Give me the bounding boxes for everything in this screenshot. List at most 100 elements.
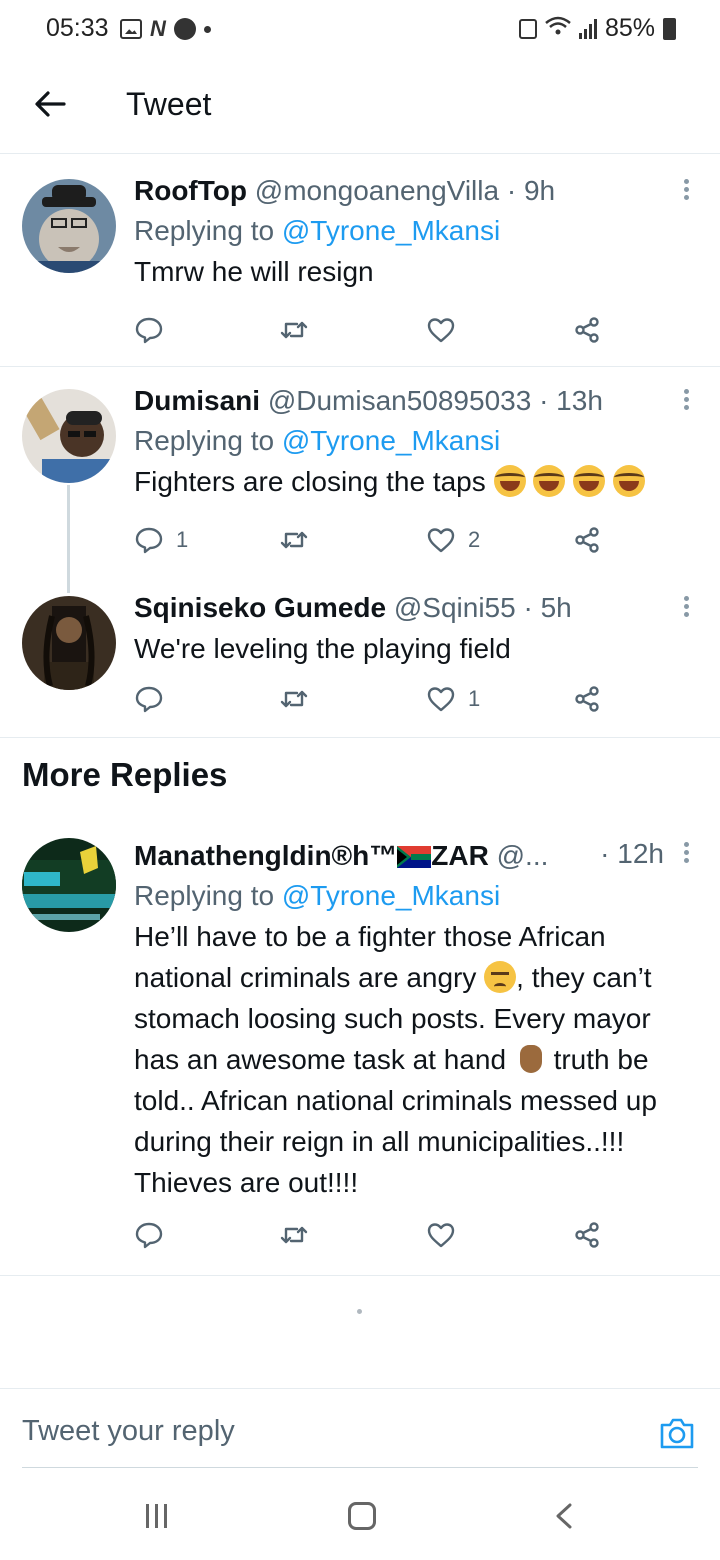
signal-icon xyxy=(578,18,597,39)
like-button[interactable] xyxy=(426,315,468,345)
status-time: 05:33 xyxy=(46,14,109,42)
tweet[interactable]: RoofTop @mongoanengVilla · 9h Replying t… xyxy=(0,157,720,367)
tweet-actions xyxy=(134,1220,634,1260)
user-handle: @Dumisan50895033 · 13h xyxy=(267,385,603,416)
system-icons: 85% xyxy=(518,14,676,43)
retweet-icon xyxy=(280,531,308,549)
back-arrow-icon[interactable] xyxy=(32,86,68,122)
laughing-emoji-icon xyxy=(533,465,566,497)
reply-button[interactable]: 1 xyxy=(134,525,188,555)
south-africa-flag-icon xyxy=(397,846,432,868)
user-handle: @mongoanengVilla · 9h xyxy=(254,175,556,206)
recent-apps-button[interactable] xyxy=(146,1504,167,1528)
battery-icon xyxy=(663,17,676,40)
like-icon xyxy=(427,1223,455,1248)
avatar[interactable] xyxy=(22,596,116,690)
more-icon[interactable] xyxy=(682,596,690,620)
reply-icon xyxy=(135,527,163,554)
retweet-button[interactable] xyxy=(279,684,309,714)
replying-to: Replying to @Tyrone_Mkansi xyxy=(134,211,680,251)
raised-hand-emoji-icon xyxy=(514,1043,546,1075)
share-icon xyxy=(575,686,599,712)
share-button[interactable] xyxy=(572,315,602,345)
retweet-icon xyxy=(280,690,308,708)
more-icon[interactable] xyxy=(682,179,690,203)
user-name[interactable]: RoofTop xyxy=(134,175,247,206)
tweet-text: We're leveling the playing field xyxy=(134,633,511,664)
mention-link[interactable]: @Tyrone_Mkansi xyxy=(282,880,500,911)
user-name[interactable]: Dumisani xyxy=(134,385,260,416)
replying-to: Replying to @Tyrone_Mkansi xyxy=(134,876,680,916)
tweet-time: · 12h xyxy=(600,838,664,869)
reply-button[interactable] xyxy=(134,315,176,345)
tweet-header: Manathengldin®h™ ZAR @... xyxy=(134,836,680,876)
tweet-actions xyxy=(134,315,634,355)
user-handle: @Sqini55 · 5h xyxy=(393,592,572,623)
avatar[interactable] xyxy=(22,389,116,483)
reply-composer xyxy=(0,1388,720,1470)
lock-icon xyxy=(518,18,537,39)
camera-icon[interactable] xyxy=(658,1415,696,1451)
home-button[interactable] xyxy=(348,1502,376,1530)
share-icon xyxy=(575,527,599,553)
retweet-button[interactable] xyxy=(279,525,309,555)
retweet-button[interactable] xyxy=(279,315,309,345)
mention-link[interactable]: @Tyrone_Mkansi xyxy=(282,215,500,246)
reply-button[interactable] xyxy=(134,684,176,714)
status-bar: 05:33 N 85% xyxy=(0,0,720,56)
mention-link[interactable]: @Tyrone_Mkansi xyxy=(282,425,500,456)
like-button[interactable]: 2 xyxy=(426,525,480,555)
tweet[interactable]: Dumisani @Dumisan50895033 · 13h Replying… xyxy=(0,367,720,577)
reply-icon xyxy=(135,1222,163,1249)
nav-back-button[interactable] xyxy=(552,1502,576,1530)
tweet[interactable]: Manathengldin®h™ ZAR @... Replying to @Ty… xyxy=(0,820,720,1276)
like-icon xyxy=(427,318,455,343)
reply-input[interactable] xyxy=(22,1415,582,1448)
more-icon[interactable] xyxy=(682,842,690,866)
tweet-text-content: Fighters are closing the taps xyxy=(134,466,494,497)
wifi-icon xyxy=(545,16,571,42)
share-icon xyxy=(575,1222,599,1248)
retweet-icon xyxy=(280,1226,308,1244)
retweet-icon xyxy=(280,321,308,339)
laughing-emoji-icon xyxy=(573,465,606,497)
like-count: 1 xyxy=(468,686,481,711)
retweet-button[interactable] xyxy=(279,1220,309,1250)
more-icon[interactable] xyxy=(682,389,690,413)
user-name-suffix: ZAR xyxy=(431,840,489,871)
reply-underline xyxy=(22,1467,698,1468)
share-button[interactable] xyxy=(572,1220,602,1250)
user-name[interactable]: Manathengldin®h™ ZAR xyxy=(134,840,489,871)
tweet-text: He’ll have to be a fighter those African… xyxy=(134,916,680,1203)
user-handle: @... xyxy=(496,840,549,871)
avatar[interactable] xyxy=(22,179,116,273)
like-button[interactable]: 1 xyxy=(426,684,480,714)
more-notifications-icon xyxy=(203,25,211,33)
notification-icons: N xyxy=(120,16,211,42)
messenger-icon xyxy=(173,18,196,40)
like-button[interactable] xyxy=(426,1220,456,1250)
gallery-icon xyxy=(120,19,142,39)
replying-to: Replying to @Tyrone_Mkansi xyxy=(134,421,680,461)
tweet-header: RoofTop @mongoanengVilla · 9h xyxy=(134,171,680,211)
more-replies-heading: More Replies xyxy=(22,756,228,793)
reply-button[interactable] xyxy=(134,1220,164,1250)
angry-face-emoji-icon xyxy=(484,961,517,993)
replying-label: Replying to xyxy=(134,425,282,456)
tweet-actions: 1 xyxy=(134,684,634,724)
replying-label: Replying to xyxy=(134,880,282,911)
share-button[interactable] xyxy=(572,684,602,714)
laughing-emoji-icon xyxy=(493,465,526,497)
reply-count: 1 xyxy=(176,527,189,552)
laughing-emoji-icon xyxy=(612,465,645,497)
avatar[interactable] xyxy=(22,838,116,932)
share-button[interactable] xyxy=(572,525,602,555)
tweet[interactable]: Sqiniseko Gumede @Sqini55 · 5h We're lev… xyxy=(0,580,720,738)
page-title: Tweet xyxy=(126,86,212,122)
user-name[interactable]: Sqiniseko Gumede xyxy=(134,592,386,623)
loading-indicator xyxy=(357,1309,362,1314)
like-count: 2 xyxy=(468,527,481,552)
battery-percent: 85% xyxy=(604,14,655,42)
reply-icon xyxy=(135,317,163,344)
like-icon xyxy=(427,528,455,553)
